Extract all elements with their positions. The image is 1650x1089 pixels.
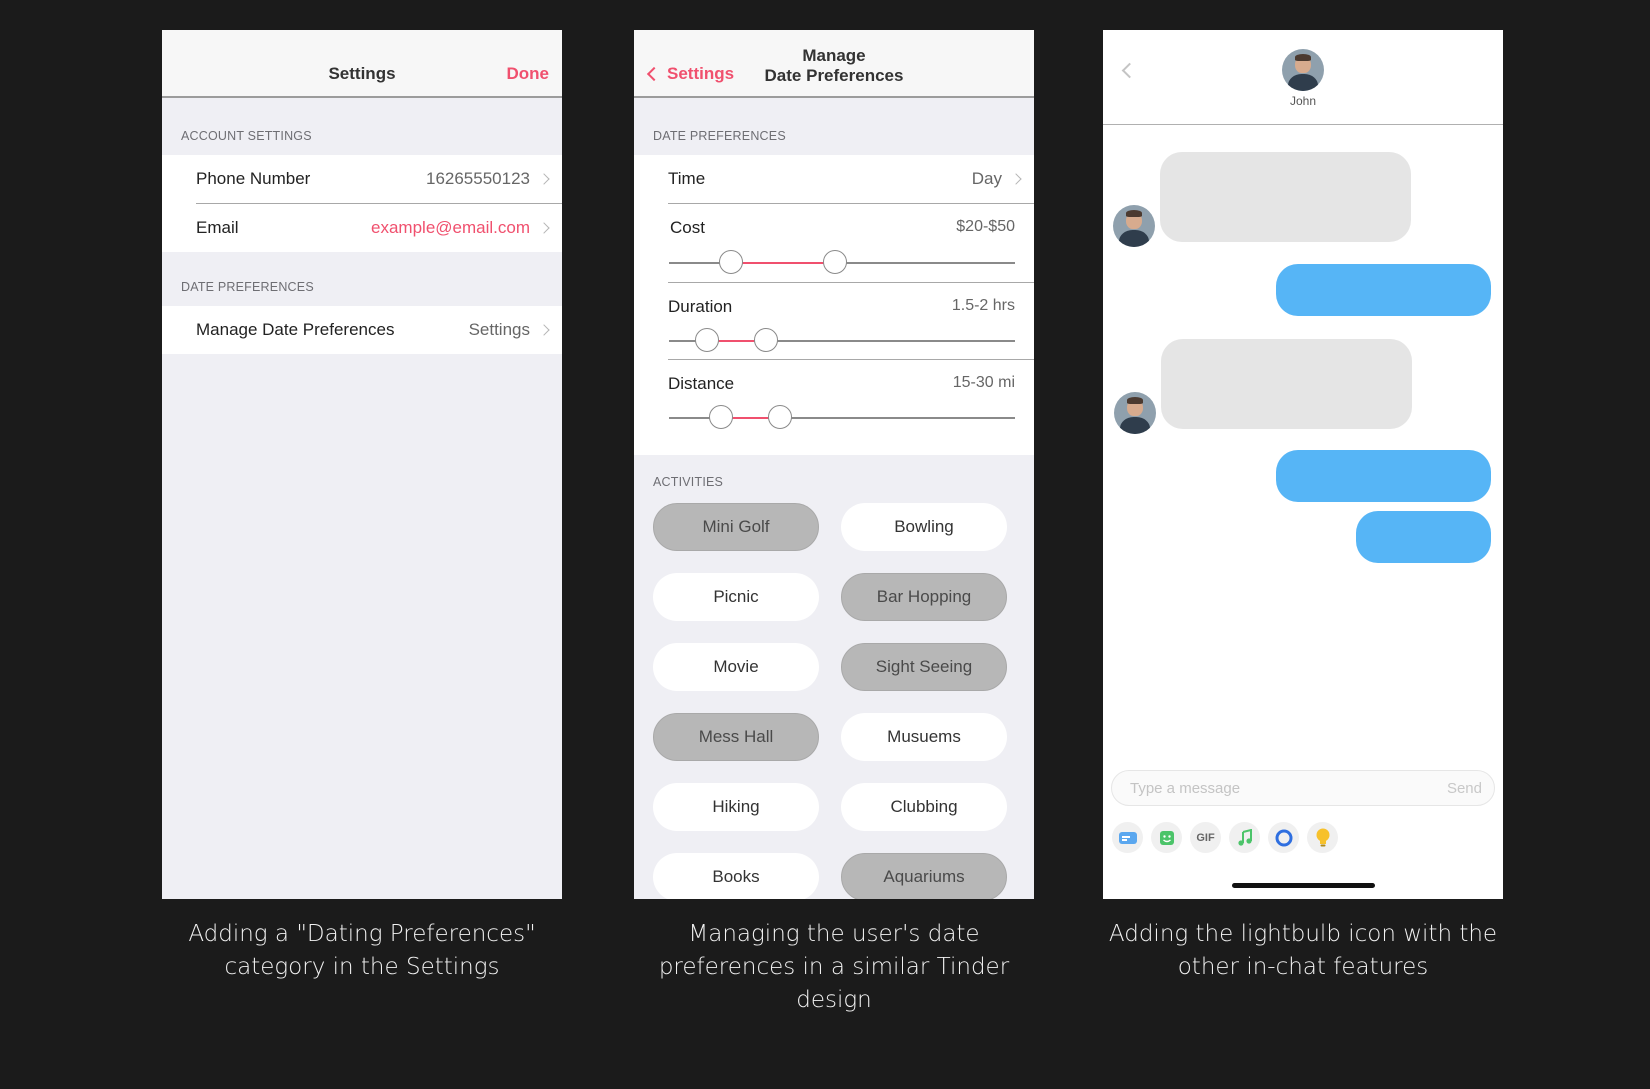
duration-min-handle[interactable] [695,328,720,352]
contact-avatar[interactable] [1282,49,1324,91]
phone-number-value: 16265550123 [425,169,530,188]
activity-pill[interactable]: Bar Hopping [841,573,1007,621]
back-chevron-icon[interactable] [1121,62,1138,79]
done-button[interactable]: Done [507,64,550,84]
music-icon[interactable] [1229,822,1260,853]
avatar [1114,392,1156,434]
phone-number-label: Phone Number [196,169,311,188]
preferences-title-line2: Date Preferences [764,66,904,85]
cost-slider[interactable] [669,250,1015,274]
time-row[interactable]: Time Day [634,155,1034,203]
incoming-message-bubble [1161,339,1412,429]
chevron-right-icon [538,173,550,185]
outgoing-message-bubble [1276,264,1491,316]
duration-label: Duration [668,297,733,316]
gif-label: GIF [1196,831,1215,844]
message-composer[interactable]: Type a message Send [1111,770,1495,806]
gif-icon[interactable]: GIF [1190,822,1221,853]
date-preferences-header: DATE PREFERENCES [181,280,314,294]
preferences-nav-bar: Settings Manage Date Preferences [634,30,1034,98]
chat-screen: John Type a message Send GIF [1103,30,1503,899]
chevron-right-icon [538,222,550,234]
sticker-icon[interactable] [1151,822,1182,853]
incoming-message-bubble [1160,152,1411,242]
preferences-title: Manage Date Preferences [634,46,1034,86]
account-settings-group: Phone Number 16265550123 Email example@e… [162,155,562,252]
duration-value: 1.5-2 hrs [951,297,1015,314]
send-button[interactable]: Send [1447,780,1482,797]
card-icon[interactable] [1112,822,1143,853]
email-value: example@email.com [371,218,530,237]
activity-pill[interactable]: Books [653,853,819,899]
duration-slider-row: Duration 1.5-2 hrs [634,283,1034,359]
cost-max-handle[interactable] [823,250,848,274]
activities-header: ACTIVITIES [653,475,724,489]
manage-date-preferences-value: Settings [468,320,530,339]
email-label: Email [196,218,239,237]
avatar [1113,205,1155,247]
activity-pill[interactable]: Mini Golf [653,503,819,551]
preferences-group: Time Day Cost $20-$50 Duration 1.5-2 hrs [634,155,1034,455]
activity-pill[interactable]: Sight Seeing [841,643,1007,691]
settings-title: Settings [328,64,396,83]
activity-pill[interactable]: Bowling [841,503,1007,551]
contact-name: John [1289,94,1317,108]
settings-nav-bar: Settings Done [162,30,562,98]
manage-date-preferences-label: Manage Date Preferences [196,320,395,339]
settings-screen: Settings Done ACCOUNT SETTINGS Phone Num… [162,30,562,899]
duration-slider[interactable] [669,328,1015,352]
cost-range-fill [731,262,836,264]
activity-pill[interactable]: Movie [653,643,819,691]
time-label: Time [668,169,706,188]
lightbulb-icon[interactable] [1307,822,1338,853]
activities-grid: Mini Golf Bowling Picnic Bar Hopping Movie Si… [634,503,1034,899]
date-preferences-screen: Settings Manage Date Preferences DATE PR… [634,30,1034,899]
duration-max-handle[interactable] [753,328,778,352]
cost-value: $20-$50 [956,218,1015,235]
phone-number-row[interactable]: Phone Number 16265550123 [162,155,562,203]
outgoing-message-bubble [1356,511,1491,563]
cost-slider-row: Cost $20-$50 [634,204,1034,282]
chevron-right-icon [1010,173,1022,185]
account-settings-header: ACCOUNT SETTINGS [181,129,312,143]
preferences-caption: Managing the user's date preferences in … [658,921,1010,1013]
chat-toolbar: GIF [1112,822,1338,853]
date-preferences-group: Manage Date Preferences Settings [162,306,562,354]
cost-label: Cost [670,218,705,237]
settings-caption: Adding a "Dating Preferences" category i… [188,921,536,980]
distance-min-handle[interactable] [708,405,733,429]
activity-pill[interactable]: Hiking [653,783,819,831]
activity-pill[interactable]: Clubbing [841,783,1007,831]
time-value: Day [971,169,1002,188]
email-row[interactable]: Email example@email.com [162,204,562,252]
distance-value: 15-30 mi [952,374,1015,391]
cost-min-handle[interactable] [719,250,744,274]
activity-pill[interactable]: Aquariums [841,853,1007,899]
manage-date-preferences-row[interactable]: Manage Date Preferences Settings [162,306,562,354]
chevron-right-icon [538,324,550,336]
distance-max-handle[interactable] [767,405,792,429]
preferences-title-line1: Manage [802,46,866,65]
distance-slider[interactable] [669,405,1015,429]
activity-pill[interactable]: Mess Hall [653,713,819,761]
distance-slider-row: Distance 15-30 mi [634,360,1034,440]
home-indicator [1232,883,1375,888]
distance-label: Distance [668,374,735,393]
message-input[interactable]: Type a message [1130,780,1447,797]
date-preferences-header: DATE PREFERENCES [653,129,786,143]
activity-pill[interactable]: Picnic [653,573,819,621]
chat-caption: Adding the lightbulb icon with the other… [1108,921,1498,980]
outgoing-message-bubble [1276,450,1491,502]
chat-header: John [1103,30,1503,125]
activity-pill[interactable]: Musuems [841,713,1007,761]
loop-icon[interactable] [1268,822,1299,853]
